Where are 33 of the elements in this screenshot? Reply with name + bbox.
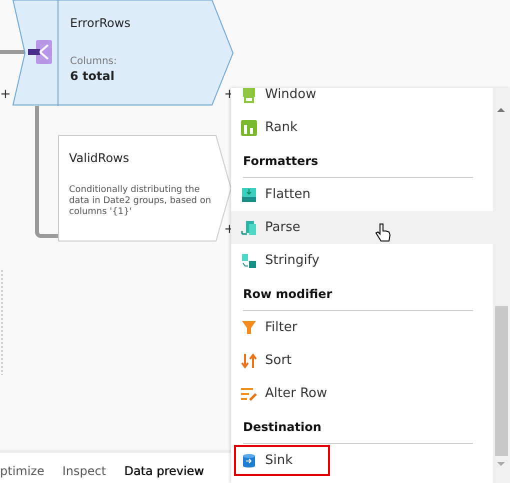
menu-item[interactable]: Filter xyxy=(231,311,493,344)
section-header: Destination xyxy=(243,410,473,444)
menu-item[interactable]: Stringify xyxy=(231,244,493,277)
hand-cursor-icon xyxy=(375,223,391,243)
node-description: Conditionally distributing the data in Date2 groups, based on columns '{1}' xyxy=(69,185,212,218)
menu-item[interactable]: Sort xyxy=(231,344,493,377)
stringify-icon xyxy=(241,252,257,268)
section-header: Row modifier xyxy=(243,277,473,311)
section-header: Formatters xyxy=(243,144,473,178)
scrollbar[interactable] xyxy=(493,88,510,483)
database-icon xyxy=(241,452,257,468)
edit-rows-icon xyxy=(241,386,257,402)
tab[interactable]: ptimize xyxy=(0,464,44,478)
menu-item[interactable]: Rank xyxy=(231,111,493,144)
flatten-icon xyxy=(241,186,257,202)
tab[interactable]: Inspect xyxy=(62,464,106,478)
node-title: ErrorRows xyxy=(70,16,132,30)
tab[interactable]: Data preview xyxy=(124,464,204,478)
split-icon xyxy=(28,40,52,64)
bar-chart-icon xyxy=(241,120,257,136)
menu-item[interactable]: Window xyxy=(231,88,493,111)
menu-item[interactable]: Alter Row xyxy=(231,377,493,410)
columns-label: Columns: xyxy=(70,56,118,67)
add-button[interactable]: + xyxy=(0,88,11,101)
sort-icon xyxy=(241,352,257,368)
filter-icon xyxy=(241,320,257,336)
node-title: ValidRows xyxy=(69,151,130,165)
menu-item[interactable]: Flatten xyxy=(231,178,493,211)
menu-item[interactable]: Sink xyxy=(233,444,331,477)
parse-icon xyxy=(241,220,257,236)
window-icon xyxy=(241,88,257,102)
menu-item[interactable]: Parse xyxy=(231,211,493,244)
columns-count: 6 total xyxy=(70,69,116,83)
